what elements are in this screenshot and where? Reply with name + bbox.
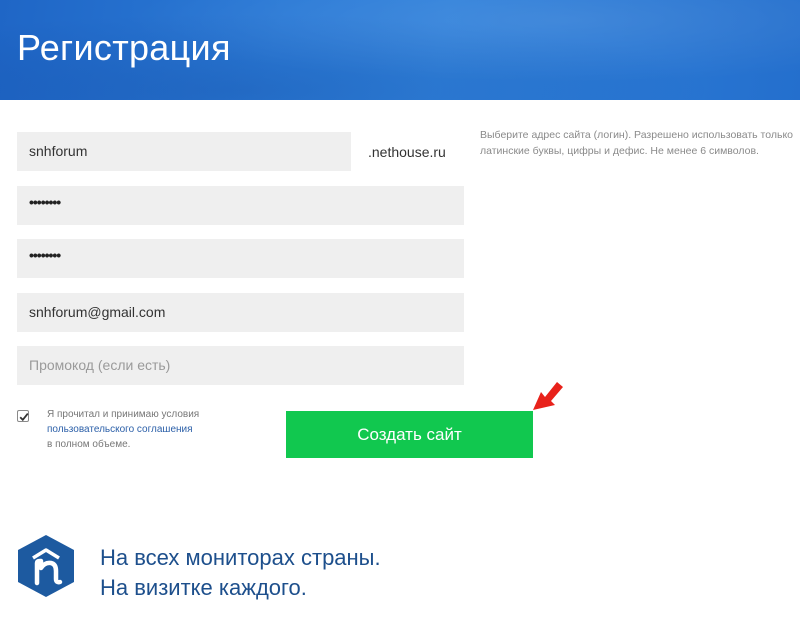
nethouse-logo-icon <box>18 535 74 597</box>
password-confirm-input[interactable]: •••••••• <box>17 239 464 278</box>
login-input[interactable]: snhforum <box>17 132 351 171</box>
promo-code-placeholder: Промокод (если есть) <box>29 357 171 373</box>
checkmark-icon <box>19 413 29 422</box>
slogan-line2: На визитке каждого. <box>100 575 307 600</box>
page-header: Регистрация <box>0 0 800 100</box>
red-arrow-icon <box>533 382 563 410</box>
slogan: На всех мониторах страны. На визитке каж… <box>100 543 500 603</box>
password-mask: •••••••• <box>29 194 61 210</box>
user-agreement-link[interactable]: пользовательского соглашения <box>47 422 247 437</box>
page-title: Регистрация <box>17 27 231 68</box>
registration-page: Регистрация snhforum .nethouse.ru Выбери… <box>0 0 800 627</box>
create-site-button[interactable]: Создать сайт <box>286 411 533 458</box>
promo-code-input[interactable]: Промокод (если есть) <box>17 346 464 385</box>
slogan-line1: На всех мониторах страны. <box>100 545 381 570</box>
password-input[interactable]: •••••••• <box>17 186 464 225</box>
email-input[interactable]: snhforum@gmail.com <box>17 293 464 332</box>
agreement-text-line1: Я прочитал и принимаю условия <box>47 409 200 420</box>
password-confirm-mask: •••••••• <box>29 247 61 263</box>
agree-checkbox[interactable] <box>17 410 29 422</box>
domain-suffix: .nethouse.ru <box>368 144 446 160</box>
agreement-text-line2: в полном объеме. <box>47 439 131 450</box>
agreement-text: Я прочитал и принимаю условия пользовате… <box>47 407 247 452</box>
login-hint: Выберите адрес сайта (логин). Разрешено … <box>480 129 794 157</box>
